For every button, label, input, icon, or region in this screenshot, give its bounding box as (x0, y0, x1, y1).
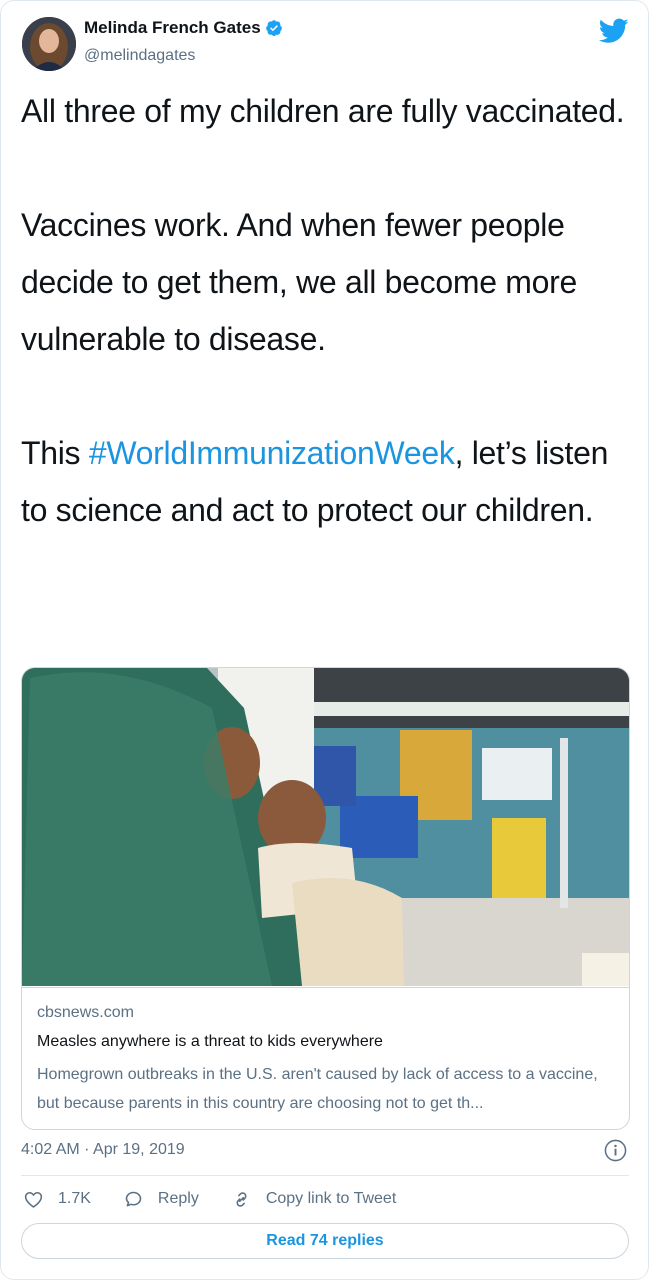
like-button[interactable]: 1.7K (23, 1189, 91, 1210)
copy-link-label: Copy link to Tweet (265, 1190, 397, 1207)
divider (21, 1175, 629, 1176)
preview-image[interactable] (22, 668, 629, 986)
copy-link-button[interactable]: Copy link to Tweet (231, 1189, 396, 1210)
text-segment: This (21, 435, 89, 471)
action-bar: 1.7K Reply Copy link to Tweet (23, 1187, 428, 1211)
link-preview-card[interactable]: cbsnews.com Measles anywhere is a threat… (21, 667, 630, 1130)
link-title: Measles anywhere is a threat to kids eve… (37, 1033, 383, 1050)
link-domain: cbsnews.com (37, 1004, 134, 1021)
reply-label: Reply (157, 1190, 199, 1207)
tweet-paragraph: Vaccines work. And when fewer people dec… (21, 207, 578, 357)
tweet-paragraph: This #WorldImmunizationWeek, let’s liste… (21, 425, 633, 539)
heart-icon (24, 1191, 43, 1208)
author-handle[interactable]: @melindagates (84, 47, 195, 65)
avatar[interactable] (22, 17, 76, 71)
link-preview-text: cbsnews.com Measles anywhere is a threat… (22, 987, 629, 1129)
link-icon (236, 1191, 247, 1207)
tweet-timestamp[interactable]: 4:02 AM · Apr 19, 2019 (21, 1141, 185, 1159)
tweet-card: Melinda French Gates @melindagates All t… (0, 0, 649, 1280)
tweet-text: All three of my children are fully vacci… (21, 83, 633, 539)
reply-button[interactable]: Reply (123, 1189, 199, 1210)
author-name[interactable]: Melinda French Gates (84, 18, 261, 38)
like-count: 1.7K (58, 1190, 91, 1207)
info-icon[interactable] (604, 1139, 627, 1162)
tweet-paragraph: All three of my children are fully vacci… (21, 93, 625, 129)
hashtag-link[interactable]: #WorldImmunizationWeek (89, 435, 455, 471)
twitter-bird-icon[interactable] (599, 18, 629, 44)
reply-icon (125, 1191, 142, 1206)
read-replies-button[interactable]: Read 74 replies (21, 1223, 629, 1259)
author-name-row[interactable]: Melinda French Gates (84, 18, 283, 38)
link-description: Homegrown outbreaks in the U.S. aren't c… (37, 1066, 598, 1112)
verified-badge-icon (265, 20, 282, 37)
